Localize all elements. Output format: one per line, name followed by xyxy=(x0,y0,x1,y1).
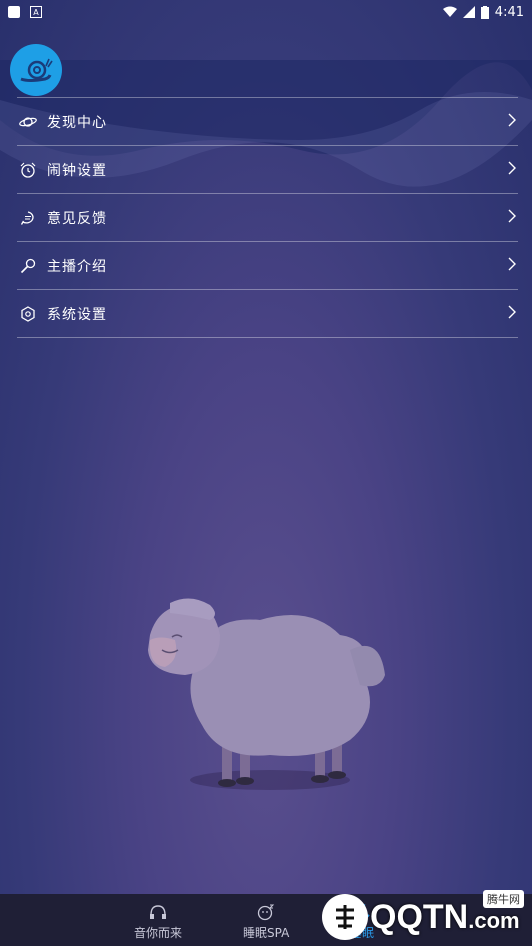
menu-item-alarm-settings[interactable]: 闹钟设置 xyxy=(17,145,518,193)
chevron-right-icon xyxy=(508,209,516,223)
menu-label: 发现中心 xyxy=(47,114,107,131)
headphones-icon xyxy=(148,902,168,922)
tab-label: 睡眠SPA xyxy=(243,926,290,940)
chevron-right-icon xyxy=(508,161,516,175)
chevron-right-icon xyxy=(508,113,516,127)
menu-item-host-intro[interactable]: 主播介绍 xyxy=(17,241,518,289)
watermark-logo-icon xyxy=(322,894,368,940)
chevron-right-icon xyxy=(508,257,516,271)
menu-label: 意见反馈 xyxy=(47,210,107,227)
tab-label: 音你而来 xyxy=(134,926,183,940)
chevron-right-icon xyxy=(508,305,516,319)
planet-icon xyxy=(19,113,37,131)
battery-icon xyxy=(480,5,489,19)
notification-icon xyxy=(8,6,20,18)
tab-listen[interactable]: 音你而来 xyxy=(134,902,182,941)
status-bar: A 4:41 xyxy=(0,0,532,24)
chat-bubble-icon xyxy=(19,209,37,227)
tab-sleep-spa[interactable]: 睡眠SPA xyxy=(243,902,289,941)
sleep-face-icon xyxy=(256,902,276,922)
watermark-badge: 腾牛网 xyxy=(483,890,524,908)
settings-gear-icon xyxy=(19,305,37,323)
watermark: QQTN.com 腾牛网 xyxy=(322,890,532,944)
settings-menu: 发现中心 闹钟设置 意见反馈 主播介绍 系统设置 xyxy=(17,97,518,338)
app-logo[interactable] xyxy=(10,44,62,96)
wifi-icon xyxy=(442,6,457,17)
menu-item-discover[interactable]: 发现中心 xyxy=(17,97,518,145)
sheep-illustration xyxy=(148,598,385,790)
menu-label: 系统设置 xyxy=(47,306,107,323)
menu-item-feedback[interactable]: 意见反馈 xyxy=(17,193,518,241)
app-notification-icon: A xyxy=(30,6,42,18)
menu-item-system-settings[interactable]: 系统设置 xyxy=(17,289,518,338)
snail-icon xyxy=(20,58,53,82)
signal-icon xyxy=(462,6,475,18)
menu-label: 主播介绍 xyxy=(47,258,107,275)
clock-time: 4:41 xyxy=(494,4,524,20)
alarm-clock-icon xyxy=(19,161,37,179)
microphone-icon xyxy=(19,257,37,275)
menu-label: 闹钟设置 xyxy=(47,162,107,179)
